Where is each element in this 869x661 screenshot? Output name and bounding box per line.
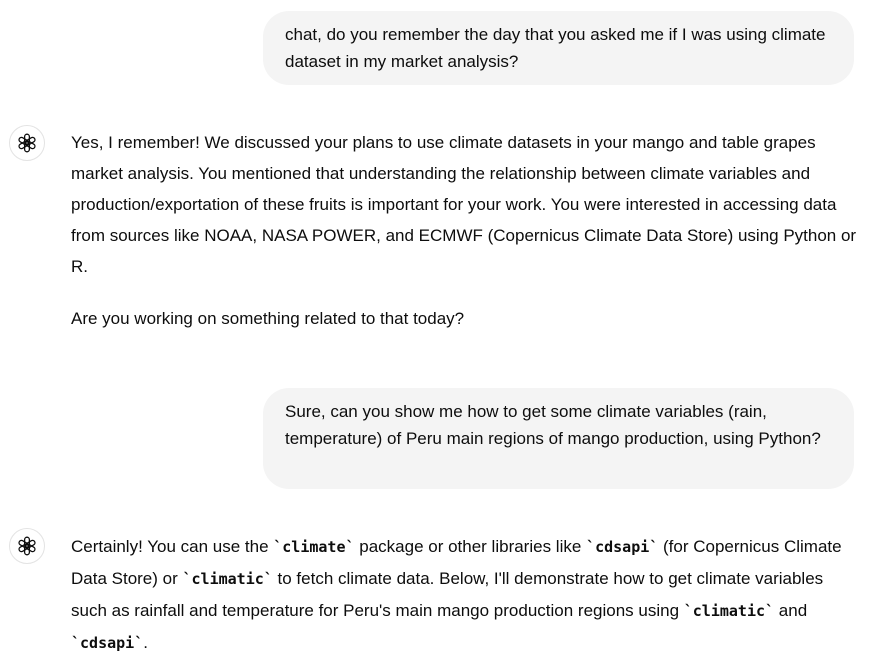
inline-code: `climatic` xyxy=(182,570,273,588)
assistant-paragraph: Are you working on something related to … xyxy=(71,309,465,328)
assistant-avatar xyxy=(9,125,45,161)
user-message-bubble: chat, do you remember the day that you a… xyxy=(263,11,854,85)
openai-logo-icon xyxy=(18,536,36,556)
text-segment: and xyxy=(774,601,808,620)
user-message-text: chat, do you remember the day that you a… xyxy=(285,25,826,71)
assistant-paragraph: Certainly! You can use the `climate` pac… xyxy=(71,531,861,659)
assistant-message: Certainly! You can use the `climate` pac… xyxy=(71,531,861,659)
openai-logo-icon xyxy=(18,133,36,153)
text-segment: package or other libraries like xyxy=(354,537,587,556)
user-message-bubble: Sure, can you show me how to get some cl… xyxy=(263,388,854,489)
inline-code: `cdsapi` xyxy=(586,538,659,556)
inline-code: `cdsapi` xyxy=(71,634,144,652)
assistant-message: Yes, I remember! We discussed your plans… xyxy=(71,127,861,334)
inline-code: `climate` xyxy=(273,538,355,556)
text-segment: . xyxy=(143,633,148,652)
user-message-text: Sure, can you show me how to get some cl… xyxy=(285,402,821,448)
text-segment: Certainly! You can use the xyxy=(71,537,274,556)
assistant-paragraph: Yes, I remember! We discussed your plans… xyxy=(71,133,857,276)
inline-code: `climatic` xyxy=(683,602,775,620)
assistant-avatar xyxy=(9,528,45,564)
